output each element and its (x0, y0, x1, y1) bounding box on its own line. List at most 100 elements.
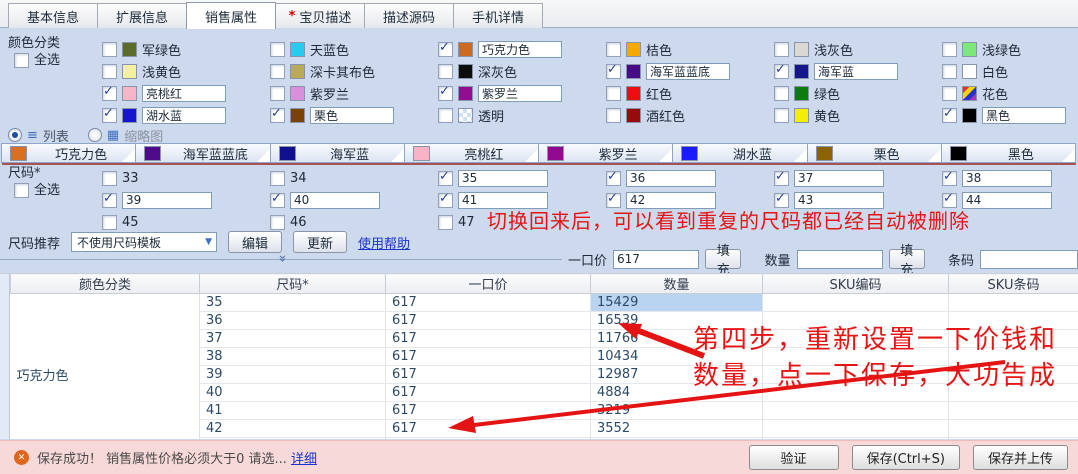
select-all-sizes-checkbox[interactable] (14, 183, 29, 198)
size-cell[interactable]: 40 (200, 384, 386, 402)
tab-4[interactable]: *宝贝描述 (275, 3, 365, 28)
color-tab[interactable]: 黑色 (941, 143, 1076, 163)
size-checkbox[interactable] (102, 171, 117, 186)
size-checkbox[interactable] (774, 171, 789, 186)
color-checkbox[interactable] (102, 64, 117, 79)
color-checkbox[interactable] (606, 86, 621, 101)
color-tab[interactable]: 紫罗兰 (538, 143, 673, 163)
color-checkbox[interactable] (102, 108, 117, 123)
size-name-input[interactable] (962, 192, 1052, 209)
size-name-input[interactable] (458, 170, 548, 187)
size-cell[interactable]: 39 (200, 366, 386, 384)
sku-barcode-cell[interactable] (949, 294, 1078, 312)
size-checkbox[interactable] (270, 215, 285, 230)
sku-barcode-cell[interactable] (949, 420, 1078, 438)
size-checkbox[interactable] (438, 193, 453, 208)
color-checkbox[interactable] (438, 64, 453, 79)
color-tab[interactable]: 湖水蓝 (672, 143, 807, 163)
size-checkbox[interactable] (270, 171, 285, 186)
empty-cell[interactable] (591, 438, 763, 440)
size-checkbox[interactable] (942, 171, 957, 186)
sku-code-cell[interactable] (763, 420, 949, 438)
sku-barcode-cell[interactable] (949, 402, 1078, 420)
empty-cell[interactable] (949, 438, 1078, 440)
color-checkbox[interactable] (774, 64, 789, 79)
detail-link[interactable]: 详细 (291, 448, 317, 467)
size-template-select[interactable]: 不使用尺码模板 ▼ (71, 232, 217, 252)
size-checkbox[interactable] (606, 171, 621, 186)
color-name-input[interactable] (814, 63, 898, 80)
price-cell[interactable]: 617 (386, 366, 591, 384)
tab-6[interactable]: 手机详情 (453, 3, 543, 28)
price-cell[interactable]: 617 (386, 402, 591, 420)
edit-button[interactable]: 编辑 (228, 231, 282, 253)
price-cell[interactable]: 617 (386, 330, 591, 348)
tab-3[interactable]: 销售属性 (186, 2, 276, 29)
color-checkbox[interactable] (942, 86, 957, 101)
qty-cell[interactable]: 15429 (591, 294, 763, 312)
size-checkbox[interactable] (102, 193, 117, 208)
color-checkbox[interactable] (270, 42, 285, 57)
color-checkbox[interactable] (774, 86, 789, 101)
color-checkbox[interactable] (774, 42, 789, 57)
empty-cell[interactable] (763, 438, 949, 440)
color-name-input[interactable] (478, 85, 562, 102)
size-cell[interactable]: 41 (200, 402, 386, 420)
size-cell[interactable]: 42 (200, 420, 386, 438)
size-checkbox[interactable] (438, 171, 453, 186)
size-name-input[interactable] (626, 170, 716, 187)
tab-2[interactable]: 扩展信息 (97, 3, 187, 28)
color-name-input[interactable] (646, 63, 730, 80)
color-checkbox[interactable] (270, 64, 285, 79)
tab-5[interactable]: 描述源码 (364, 3, 454, 28)
size-checkbox[interactable] (438, 215, 453, 230)
select-all-colors-checkbox[interactable] (14, 53, 29, 68)
validate-button[interactable]: 验证 (749, 445, 839, 470)
color-name-input[interactable] (310, 107, 394, 124)
price-cell[interactable]: 617 (386, 294, 591, 312)
empty-cell[interactable] (200, 438, 386, 440)
color-tab[interactable]: 巧克力色 (1, 143, 136, 163)
color-name-input[interactable] (478, 41, 562, 58)
color-checkbox[interactable] (774, 108, 789, 123)
color-checkbox[interactable] (102, 86, 117, 101)
color-checkbox[interactable] (102, 42, 117, 57)
sku-code-cell[interactable] (763, 294, 949, 312)
color-checkbox[interactable] (942, 108, 957, 123)
qty-fill-button[interactable]: 填充 (889, 249, 925, 269)
list-view-radio[interactable] (8, 128, 22, 142)
size-checkbox[interactable] (102, 215, 117, 230)
size-name-input[interactable] (962, 170, 1052, 187)
size-name-input[interactable] (290, 192, 380, 209)
size-name-input[interactable] (122, 192, 212, 209)
color-checkbox[interactable] (438, 108, 453, 123)
color-tab[interactable]: 栗色 (807, 143, 942, 163)
color-checkbox[interactable] (270, 108, 285, 123)
color-checkbox[interactable] (606, 108, 621, 123)
size-cell[interactable]: 35 (200, 294, 386, 312)
price-input[interactable] (613, 250, 699, 269)
price-cell[interactable]: 617 (386, 420, 591, 438)
size-cell[interactable]: 36 (200, 312, 386, 330)
color-checkbox[interactable] (606, 42, 621, 57)
empty-cell[interactable] (386, 438, 591, 440)
color-checkbox[interactable] (942, 42, 957, 57)
sku-code-cell[interactable] (763, 402, 949, 420)
size-checkbox[interactable] (270, 193, 285, 208)
thumbnail-view-radio[interactable] (88, 128, 102, 142)
size-cell[interactable]: 38 (200, 348, 386, 366)
price-fill-button[interactable]: 填充 (705, 249, 741, 269)
color-tab[interactable]: 亮桃红 (404, 143, 539, 163)
color-checkbox[interactable] (438, 86, 453, 101)
price-cell[interactable]: 617 (386, 384, 591, 402)
barcode-input[interactable] (980, 250, 1078, 269)
color-tab[interactable]: 海军蓝 (270, 143, 405, 163)
color-name-input[interactable] (982, 107, 1066, 124)
qty-input[interactable] (797, 250, 883, 269)
save-button[interactable]: 保存(Ctrl+S) (852, 445, 960, 470)
color-name-input[interactable] (142, 107, 226, 124)
price-cell[interactable]: 617 (386, 312, 591, 330)
tab-1[interactable]: 基本信息 (8, 3, 98, 28)
color-checkbox[interactable] (942, 64, 957, 79)
qty-cell[interactable]: 3219 (591, 402, 763, 420)
